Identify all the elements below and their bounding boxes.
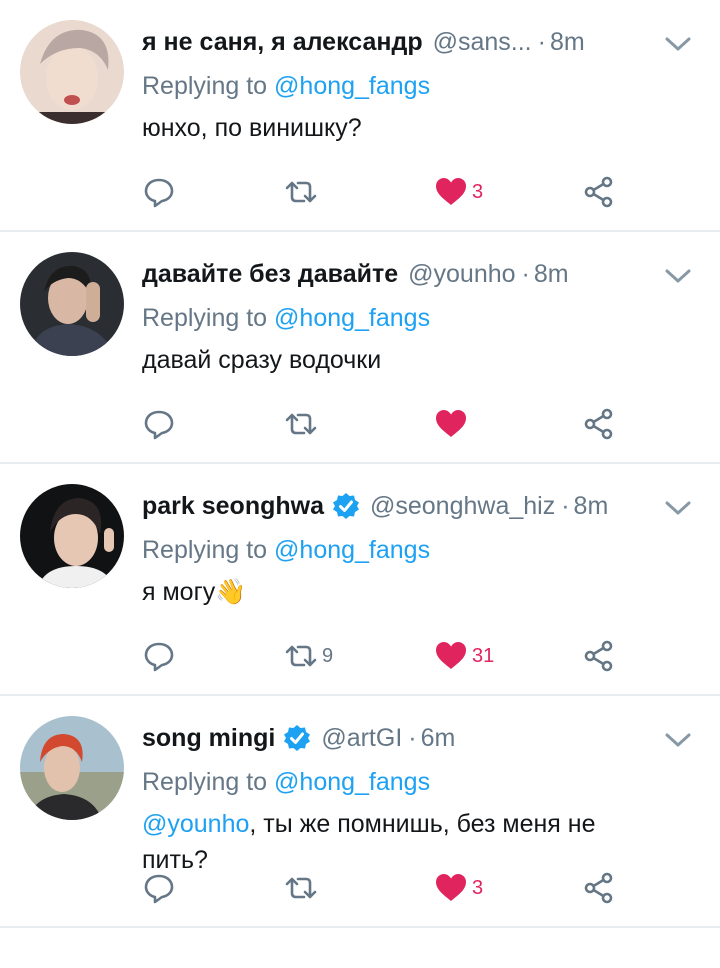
reply-button[interactable] [142,172,176,212]
avatar[interactable] [20,484,124,588]
heart-icon [436,410,466,437]
replying-label: Replying to [142,72,268,100]
timestamp[interactable]: 8m [574,486,609,526]
heart-icon [436,642,466,669]
replying-label: Replying to [142,304,268,332]
like-button[interactable]: 31 [434,636,494,676]
heart-icon [436,874,466,901]
replying-to: Replying to @hong_fangs [142,530,430,570]
reply-icon [144,178,174,208]
tweet-text: я могу👋 [142,574,680,610]
retweet-button[interactable] [284,868,322,908]
author-name[interactable]: я не саня, я александр [142,22,423,62]
replying-to: Replying to @hong_fangs [142,298,430,338]
author-name[interactable]: давайте без давайте [142,254,398,294]
separator-dot: · [521,260,530,288]
tweet-body: юнхо, по винишку? [142,114,362,142]
replying-to-handle[interactable]: @hong_fangs [274,72,430,100]
retweet-button[interactable] [284,404,322,444]
tweet-body: давай сразу водочки [142,346,382,374]
share-icon [584,640,613,672]
separator-dot: · [537,28,546,56]
mention-link[interactable]: @younho [142,810,249,838]
separator-dot: · [408,724,417,752]
reply-button[interactable] [142,868,176,908]
verified-badge-icon [284,725,311,751]
replying-to-handle[interactable]: @hong_fangs [274,304,430,332]
like-button[interactable]: 3 [434,172,483,212]
chevron-down-icon[interactable] [664,268,692,284]
tweet-actions: 9 31 [142,636,620,676]
timestamp[interactable]: 8m [550,22,585,62]
replying-to: Replying to @hong_fangs [142,66,430,106]
avatar[interactable] [20,252,124,356]
share-button[interactable] [582,172,616,212]
replying-label: Replying to [142,536,268,564]
chevron-down-icon[interactable] [664,36,692,52]
reply-button[interactable] [142,636,176,676]
tweet-text: давай сразу водочки [142,342,680,378]
retweet-count: 9 [322,644,334,667]
replying-to-handle[interactable]: @hong_fangs [274,768,430,796]
author-handle[interactable]: @seonghwa_hiz [370,486,555,526]
author-name[interactable]: song mingi [142,718,275,758]
chevron-down-icon[interactable] [664,500,692,516]
share-button[interactable] [582,868,616,908]
retweet-icon [285,645,317,667]
timestamp[interactable]: 6m [421,718,456,758]
author-handle[interactable]: @sans... [433,22,532,62]
chevron-down-icon[interactable] [664,732,692,748]
retweet-icon [285,877,317,899]
verified-badge-icon [333,493,359,519]
avatar[interactable] [20,20,124,124]
tweet-text: юнхо, по винишку? [142,110,680,146]
like-count: 3 [472,876,484,899]
retweet-icon [285,413,317,435]
reply-icon [144,642,174,672]
like-button[interactable]: 3 [434,868,483,908]
reply-button[interactable] [142,404,176,444]
tweet-actions: 3 [142,868,620,908]
author-handle[interactable]: @artGI [321,718,402,758]
tweet[interactable]: я не саня, я александр @sans... · 8m Rep… [0,0,720,232]
share-icon [584,872,613,904]
share-icon [584,408,613,440]
replying-label: Replying to [142,768,268,796]
tweet[interactable]: park seonghwa @seonghwa_hiz · 8m Replyin… [0,464,720,696]
share-icon [584,176,613,208]
timestamp[interactable]: 8m [534,254,569,294]
replying-to-handle[interactable]: @hong_fangs [274,536,430,564]
share-button[interactable] [582,404,616,444]
tweet-actions [142,404,620,444]
tweet-actions: 3 [142,172,620,212]
share-button[interactable] [582,636,616,676]
retweet-button[interactable]: 9 [284,636,333,676]
avatar[interactable] [20,716,124,820]
like-count: 31 [472,644,495,667]
retweet-icon [285,181,317,203]
retweet-button[interactable] [284,172,322,212]
reply-icon [144,410,174,440]
like-button[interactable] [434,404,472,444]
tweet[interactable]: song mingi @artGI · 6m Replying to @hong… [0,696,720,928]
heart-icon [436,178,466,205]
separator-dot: · [561,492,570,520]
author-name[interactable]: park seonghwa [142,486,324,526]
tweet-body: я могу👋 [142,578,247,606]
like-count: 3 [472,180,484,203]
reply-icon [144,874,174,904]
author-handle[interactable]: @younho [408,254,515,294]
replying-to: Replying to @hong_fangs [142,762,430,802]
tweet[interactable]: давайте без давайте @younho · 8m Replyin… [0,232,720,464]
